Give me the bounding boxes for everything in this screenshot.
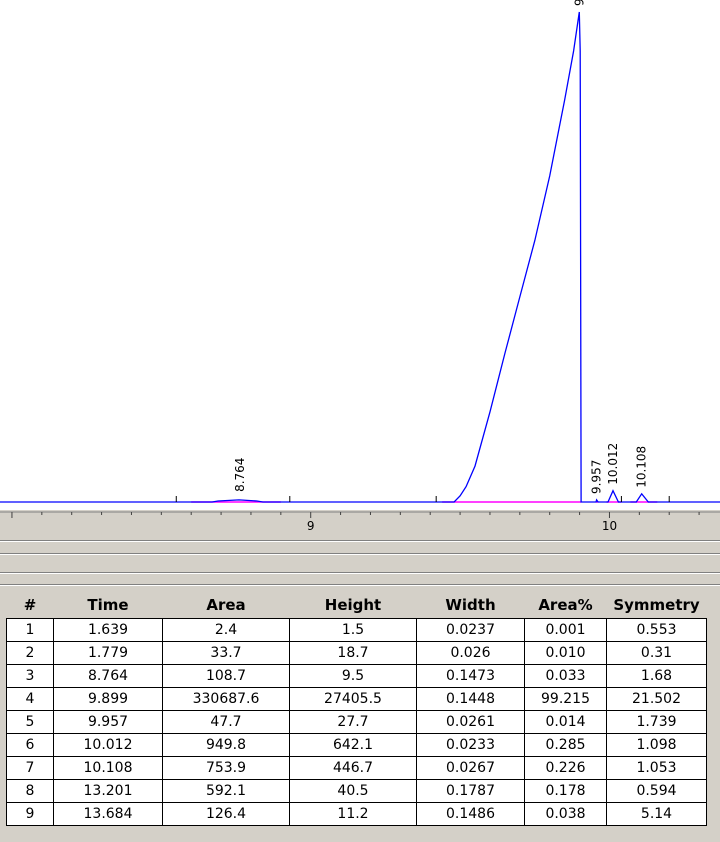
cell-area-percent: 0.001 <box>524 618 607 642</box>
cell-number: 4 <box>6 687 54 711</box>
cell-area-percent: 0.178 <box>524 779 607 803</box>
peak-table: # Time Area Height Width Area% Symmetry … <box>6 592 707 826</box>
peak-label: 10.108 <box>635 446 649 488</box>
cell-number: 7 <box>6 756 54 780</box>
cell-width: 0.1486 <box>416 802 525 826</box>
col-header-number[interactable]: # <box>7 592 54 619</box>
cell-symmetry: 0.553 <box>606 618 707 642</box>
col-header-area[interactable]: Area <box>163 592 290 619</box>
cell-height: 40.5 <box>289 779 417 803</box>
table-row[interactable]: 5 9.957 47.7 27.7 0.0261 0.014 1.739 <box>6 710 707 734</box>
table-row[interactable]: 7 10.108 753.9 446.7 0.0267 0.226 1.053 <box>6 756 707 780</box>
cell-height: 11.2 <box>289 802 417 826</box>
cell-width: 0.1473 <box>416 664 525 688</box>
cell-symmetry: 0.594 <box>606 779 707 803</box>
col-header-time[interactable]: Time <box>54 592 163 619</box>
cell-area-percent: 0.038 <box>524 802 607 826</box>
cell-area: 33.7 <box>162 641 290 665</box>
cell-area: 2.4 <box>162 618 290 642</box>
cell-time: 13.684 <box>53 802 163 826</box>
cell-time: 9.957 <box>53 710 163 734</box>
table-row[interactable]: 6 10.012 949.8 642.1 0.0233 0.285 1.098 <box>6 733 707 757</box>
peak-label: 10.012 <box>606 443 620 485</box>
cell-height: 446.7 <box>289 756 417 780</box>
cell-symmetry: 1.68 <box>606 664 707 688</box>
divider <box>0 585 720 586</box>
cell-area-percent: 0.285 <box>524 733 607 757</box>
divider <box>0 554 720 555</box>
cell-area: 753.9 <box>162 756 290 780</box>
cell-area: 126.4 <box>162 802 290 826</box>
col-header-width[interactable]: Width <box>417 592 525 619</box>
table-row[interactable]: 3 8.764 108.7 9.5 0.1473 0.033 1.68 <box>6 664 707 688</box>
col-header-symmetry[interactable]: Symmetry <box>607 592 707 619</box>
cell-number: 3 <box>6 664 54 688</box>
cell-number: 9 <box>6 802 54 826</box>
divider <box>0 573 720 574</box>
divider <box>0 541 720 542</box>
cell-width: 0.0237 <box>416 618 525 642</box>
cell-symmetry: 5.14 <box>606 802 707 826</box>
cell-width: 0.0261 <box>416 710 525 734</box>
axis-tick-label: 9 <box>306 519 315 533</box>
cell-time: 13.201 <box>53 779 163 803</box>
cell-number: 1 <box>6 618 54 642</box>
peak-table-body: 1 1.639 2.4 1.5 0.0237 0.001 0.553 2 1.779 33.7 18… <box>6 618 707 826</box>
chromatogram-svg: 8.764 9.899 9.95710.012 10.108 <box>0 0 720 503</box>
cell-width: 0.0233 <box>416 733 525 757</box>
col-header-height[interactable]: Height <box>290 592 417 619</box>
cell-area-percent: 0.010 <box>524 641 607 665</box>
table-row[interactable]: 2 1.779 33.7 18.7 0.026 0.010 0.31 <box>6 641 707 665</box>
cell-height: 27.7 <box>289 710 417 734</box>
cell-symmetry: 0.31 <box>606 641 707 665</box>
cell-area: 330687.6 <box>162 687 290 711</box>
table-row[interactable]: 8 13.201 592.1 40.5 0.1787 0.178 0.594 <box>6 779 707 803</box>
cell-symmetry: 1.053 <box>606 756 707 780</box>
chromatogram-trace <box>0 11 720 503</box>
cell-time: 8.764 <box>53 664 163 688</box>
axis-tick-label: 10 <box>601 519 618 533</box>
cell-height: 18.7 <box>289 641 417 665</box>
table-row[interactable]: 1 1.639 2.4 1.5 0.0237 0.001 0.553 <box>6 618 707 642</box>
peak-label: 8.764 <box>233 458 247 492</box>
cell-area: 108.7 <box>162 664 290 688</box>
cell-height: 27405.5 <box>289 687 417 711</box>
cell-area: 949.8 <box>162 733 290 757</box>
cell-width: 0.1448 <box>416 687 525 711</box>
peak-label: 9.899 <box>572 0 586 6</box>
cell-symmetry: 1.739 <box>606 710 707 734</box>
cell-time: 10.012 <box>53 733 163 757</box>
cell-symmetry: 21.502 <box>606 687 707 711</box>
cell-width: 0.1787 <box>416 779 525 803</box>
cell-area-percent: 0.014 <box>524 710 607 734</box>
cell-area: 592.1 <box>162 779 290 803</box>
cell-time: 10.108 <box>53 756 163 780</box>
cell-time: 9.899 <box>53 687 163 711</box>
chromatogram-plot: 8.764 9.899 9.95710.012 10.108 <box>0 0 720 510</box>
table-row[interactable]: 4 9.899 330687.6 27405.5 0.1448 99.215 21.502 <box>6 687 707 711</box>
cell-number: 2 <box>6 641 54 665</box>
table-header-row: # Time Area Height Width Area% Symmetry <box>7 592 707 619</box>
cell-height: 1.5 <box>289 618 417 642</box>
col-header-area-percent[interactable]: Area% <box>525 592 607 619</box>
cell-number: 8 <box>6 779 54 803</box>
cell-area-percent: 99.215 <box>524 687 607 711</box>
cell-height: 642.1 <box>289 733 417 757</box>
cell-area: 47.7 <box>162 710 290 734</box>
cell-width: 0.0267 <box>416 756 525 780</box>
cell-area-percent: 0.226 <box>524 756 607 780</box>
cell-number: 5 <box>6 710 54 734</box>
cell-width: 0.026 <box>416 641 525 665</box>
cell-symmetry: 1.098 <box>606 733 707 757</box>
cell-time: 1.639 <box>53 618 163 642</box>
cell-time: 1.779 <box>53 641 163 665</box>
cell-area-percent: 0.033 <box>524 664 607 688</box>
cell-height: 9.5 <box>289 664 417 688</box>
peak-label: 9.957 <box>590 460 604 494</box>
cell-number: 6 <box>6 733 54 757</box>
table-row[interactable]: 9 13.684 126.4 11.2 0.1486 0.038 5.14 <box>6 802 707 826</box>
